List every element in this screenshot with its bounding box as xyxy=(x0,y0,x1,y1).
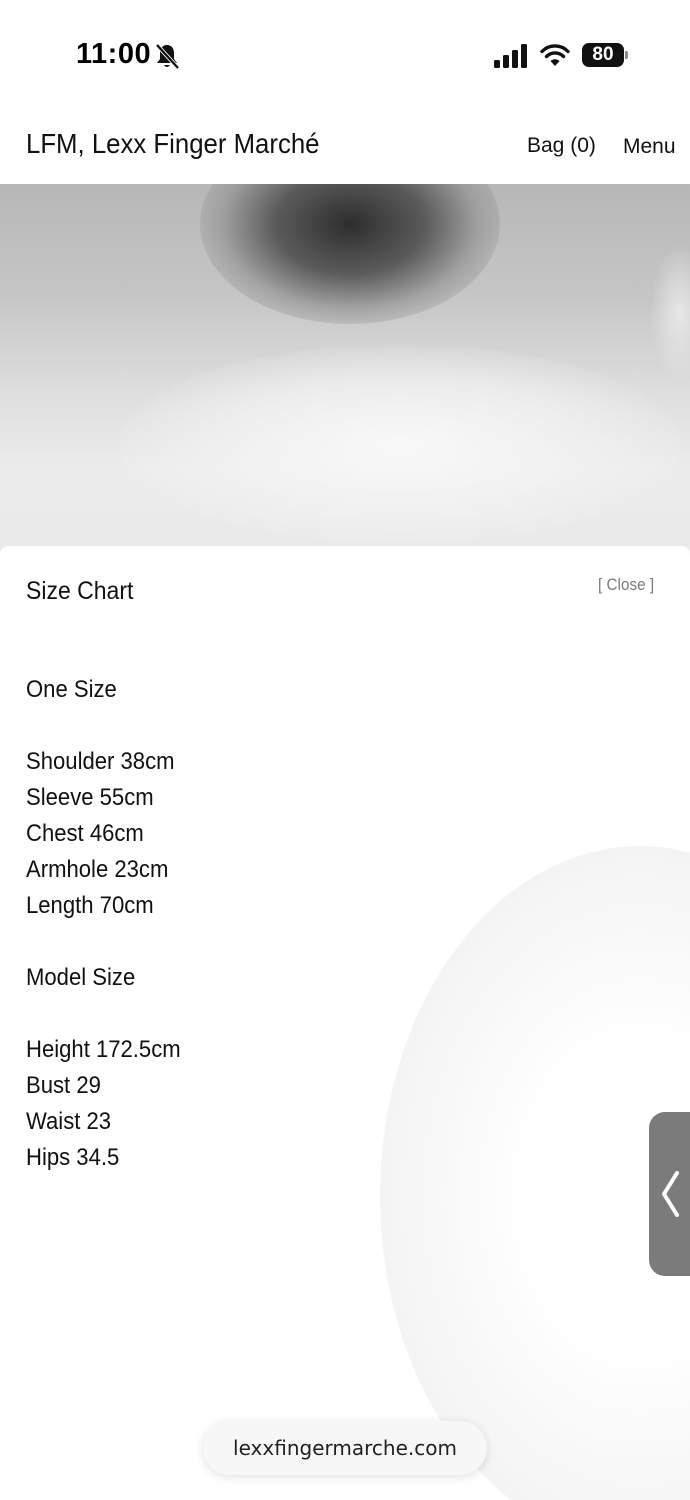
measurement-item: Shoulder 38cm xyxy=(26,748,175,775)
product-image-edge xyxy=(650,244,690,384)
close-button[interactable]: [ Close ] xyxy=(598,575,654,595)
measurement-item: Length 70cm xyxy=(26,892,154,919)
site-header: LFM, Lexx Finger Marché Bag (0) Menu xyxy=(0,110,690,184)
wifi-icon xyxy=(540,44,570,66)
signal-icon xyxy=(494,44,527,68)
model-measurement-item: Waist 23 xyxy=(26,1108,112,1135)
panel-shade xyxy=(380,846,690,1500)
bag-link[interactable]: Bag (0) xyxy=(527,134,596,158)
model-measurement-item: Bust 29 xyxy=(26,1072,101,1099)
model-measurement-item: Height 172.5cm xyxy=(26,1036,181,1063)
status-time: 11:00 xyxy=(76,38,152,70)
chevron-left-icon xyxy=(662,1171,679,1217)
measurement-item: Chest 46cm xyxy=(26,820,144,847)
battery-tip xyxy=(625,51,628,59)
menu-link[interactable]: Menu xyxy=(623,135,676,159)
measurement-item: Sleeve 55cm xyxy=(26,784,154,811)
product-image xyxy=(0,184,690,564)
battery-icon: 80 xyxy=(582,43,628,67)
model-measurement-item: Hips 34.5 xyxy=(26,1144,120,1171)
product-image-highlight xyxy=(120,344,680,544)
browser-url-bar[interactable]: lexxfingermarche.com xyxy=(203,1421,487,1475)
battery-level: 80 xyxy=(582,43,624,67)
size-chart-panel: Size Chart [ Close ] One Size Shoulder 3… xyxy=(0,546,690,1500)
product-image-shadow xyxy=(200,184,500,324)
site-title[interactable]: LFM, Lexx Finger Marché xyxy=(26,128,319,160)
status-bar: 11:00 80 xyxy=(0,0,690,110)
model-size-heading: Model Size xyxy=(26,964,136,991)
side-panel-handle[interactable] xyxy=(649,1112,690,1276)
bell-slash-icon xyxy=(155,43,180,70)
size-label: One Size xyxy=(26,676,117,703)
size-chart-title: Size Chart xyxy=(26,577,134,605)
measurement-item: Armhole 23cm xyxy=(26,856,169,883)
